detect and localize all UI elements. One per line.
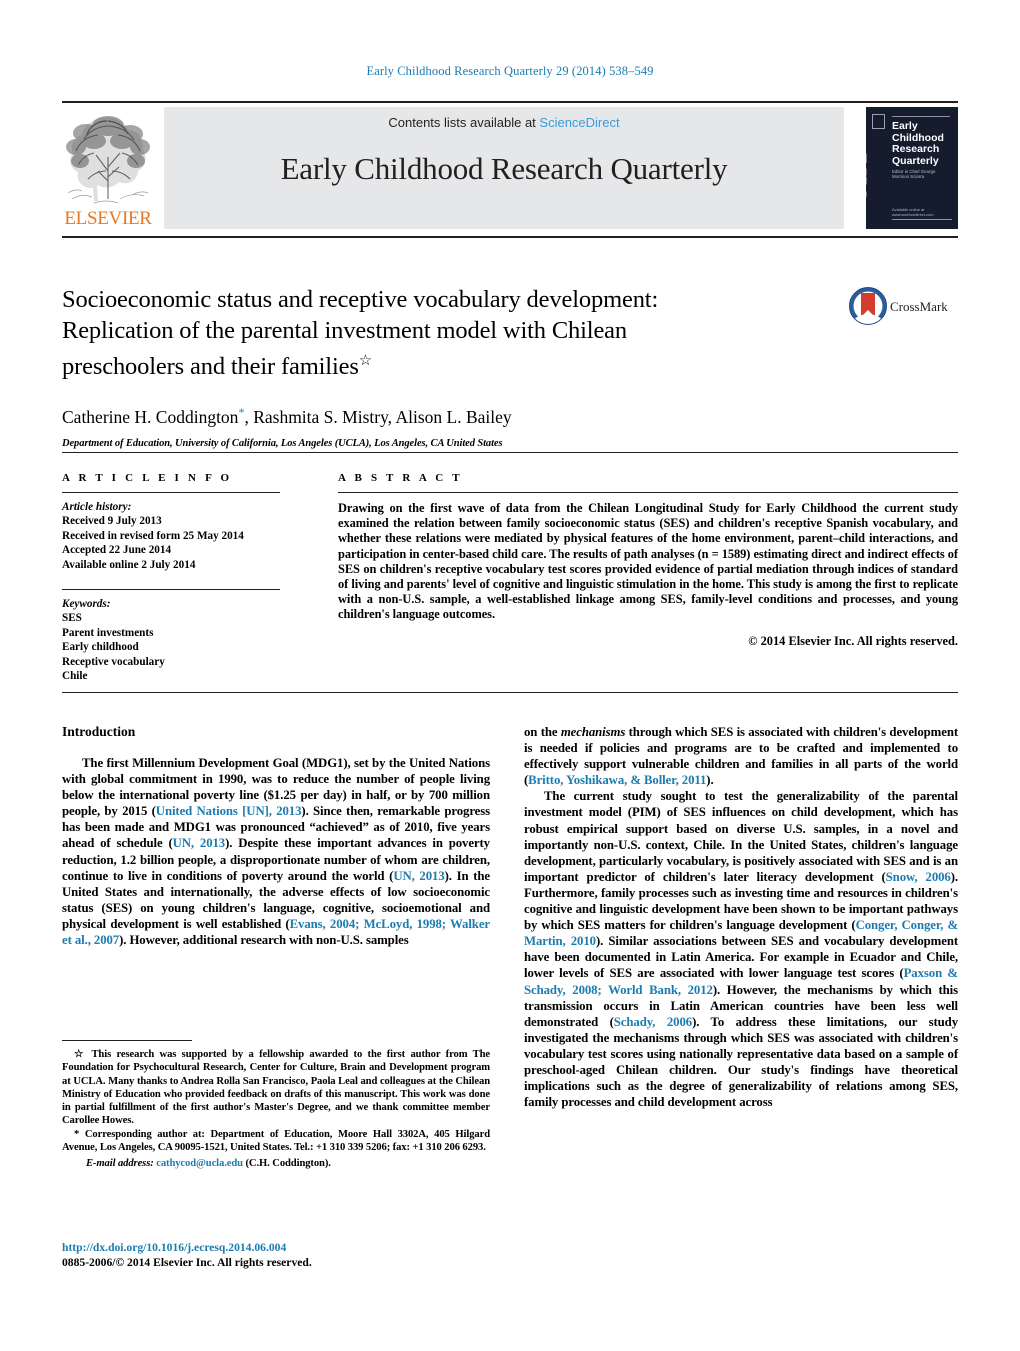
keyword-item: Chile (62, 670, 88, 683)
abstract-section-top-rule (62, 452, 958, 453)
article-info-heading: A R T I C L E I N F O (62, 472, 233, 484)
elsevier-wordmark: ELSEVIER (64, 208, 152, 229)
history-revised: Received in revised form 25 May 2014 (62, 529, 244, 542)
paragraph: on the mechanisms through which SES is a… (524, 724, 958, 788)
issn-copyright-line: 0885-2006/© 2014 Elsevier Inc. All right… (62, 1256, 312, 1269)
keywords-rule (62, 589, 280, 591)
history-received: Received 9 July 2013 (62, 515, 162, 528)
body-column-left: Introduction The first Millennium Develo… (62, 724, 490, 948)
doi-link[interactable]: http://dx.doi.org/10.1016/j.ecresq.2014.… (62, 1240, 490, 1255)
email-label: E-mail address: (86, 1158, 154, 1170)
title-block: Socioeconomic status and receptive vocab… (62, 284, 832, 449)
paragraph: The current study sought to test the gen… (524, 788, 958, 1110)
text-run: This research was supported by a fellows… (62, 1049, 491, 1127)
journal-cover-thumbnail[interactable]: ECRQ Early Childhood Research Quarterly … (866, 107, 958, 229)
title-footnote-marker[interactable]: ☆ (359, 353, 372, 369)
emphasis-mechanisms: mechanisms (560, 725, 626, 739)
masthead-top-rule (62, 101, 958, 103)
abstract-column: Drawing on the first wave of data from t… (338, 492, 958, 649)
elsevier-tree-icon (66, 116, 150, 204)
keyword-item: Receptive vocabulary (62, 655, 165, 668)
citation-link[interactable]: Snow, 2006 (886, 870, 951, 884)
history-online: Available online 2 July 2014 (62, 558, 196, 571)
article-history-label: Article history: (62, 501, 132, 513)
cover-elsevier-mark-icon (872, 114, 885, 129)
cover-spine-mark: ECRQ (866, 151, 871, 200)
citation-link[interactable]: Schady, 2006 (614, 1015, 692, 1029)
crossmark-icon (849, 287, 887, 325)
title-line-2: Replication of the parental investment m… (62, 317, 628, 344)
article-info-column: Article history: Received 9 July 2013 Re… (62, 492, 294, 683)
article-info-rule (62, 492, 280, 493)
author-list: Catherine H. Coddington*, Rashmita S. Mi… (62, 401, 832, 428)
body-column-right: on the mechanisms through which SES is a… (524, 724, 958, 1110)
abstract-section-bottom-rule (62, 692, 958, 693)
crossmark-label: CrossMark (890, 299, 948, 314)
cover-top-rule (892, 116, 950, 117)
contents-list-line: Contents lists available at ScienceDirec… (164, 115, 844, 130)
section-heading-introduction: Introduction (62, 724, 136, 739)
journal-masthead: ELSEVIER Contents lists available at Sci… (62, 107, 958, 229)
masthead-bottom-rule (62, 236, 958, 238)
abstract-rule (338, 492, 958, 493)
email-link[interactable]: cathycod@ucla.edu (156, 1158, 243, 1169)
abstract-text: Drawing on the first wave of data from t… (338, 501, 958, 622)
history-accepted: Accepted 22 June 2014 (62, 544, 172, 557)
article-page: Early Childhood Research Quarterly 29 (2… (0, 0, 1020, 1351)
text-run: (C.H. Coddington). (242, 1158, 331, 1170)
cover-title: Early Childhood Research Quarterly (892, 120, 944, 167)
journal-title: Early Childhood Research Quarterly (280, 151, 728, 186)
keyword-item: SES (62, 612, 82, 625)
citation-link[interactable]: UN, 2013 (393, 869, 444, 883)
sciencedirect-link[interactable]: ScienceDirect (539, 115, 619, 130)
footnote-corresponding-author: * Corresponding author at: Department of… (62, 1128, 490, 1155)
contents-prefix: Contents lists available at (388, 115, 540, 130)
footnote-funding: ☆ This research was supported by a fello… (62, 1048, 490, 1128)
citation-link[interactable]: United Nations [UN], 2013 (156, 804, 302, 818)
footer-block: http://dx.doi.org/10.1016/j.ecresq.2014.… (62, 1240, 490, 1270)
crossmark-badge[interactable]: CrossMark (848, 286, 960, 332)
keyword-item: Early childhood (62, 641, 139, 654)
paragraph: The first Millennium Development Goal (M… (62, 755, 490, 948)
running-head: Early Childhood Research Quarterly 29 (2… (366, 64, 654, 78)
abstract-copyright: © 2014 Elsevier Inc. All rights reserved… (748, 633, 958, 648)
keyword-item: Parent investments (62, 626, 154, 639)
journal-band: Contents lists available at ScienceDirec… (164, 107, 844, 229)
cover-bottom-rule (892, 219, 952, 220)
affiliation: Department of Education, University of C… (62, 437, 503, 449)
cover-footline: Available online at www.sciencedirect.co… (892, 207, 934, 217)
footnote-marker: * (74, 1128, 80, 1140)
title-line-3: preschoolers and their families (62, 353, 359, 381)
text-run: ). However, additional research with non… (119, 933, 409, 948)
footnote-block: ☆ This research was supported by a fello… (62, 1040, 490, 1171)
author-first: Catherine H. Coddington (62, 406, 239, 427)
keywords-label: Keywords: (62, 598, 111, 611)
authors-remaining: , Rashmita S. Mistry, Alison L. Bailey (244, 406, 512, 427)
footnote-email: E-mail address: cathycod@ucla.edu (C.H. … (62, 1157, 490, 1170)
abstract-heading: A B S T R A C T (338, 472, 463, 484)
citation-link[interactable]: Britto, Yoshikawa, & Boller, 2011 (528, 773, 706, 787)
cover-subline: Editor in Chief George Morrison Sciarra (892, 169, 936, 180)
footnote-rule (62, 1040, 192, 1041)
elsevier-logo: ELSEVIER (62, 107, 154, 229)
footnote-marker: ☆ (74, 1049, 87, 1060)
text-run: ). (706, 773, 714, 788)
citation-link[interactable]: UN, 2013 (173, 836, 226, 850)
page-title: Socioeconomic status and receptive vocab… (62, 284, 832, 382)
title-line-1: Socioeconomic status and receptive vocab… (62, 286, 659, 313)
text-run: on the (524, 725, 561, 739)
text-run: Corresponding author at: Department of E… (62, 1128, 490, 1154)
